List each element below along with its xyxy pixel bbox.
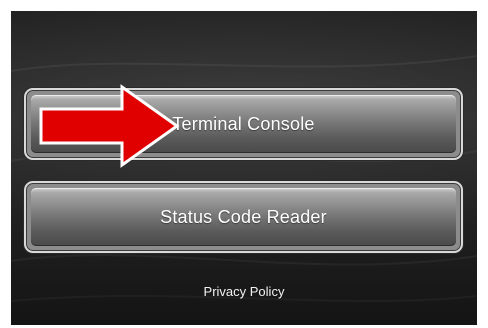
red-arrow-right-icon — [39, 84, 180, 168]
status-code-reader-label: Status Code Reader — [160, 206, 327, 227]
privacy-policy-link[interactable]: Privacy Policy — [11, 284, 477, 299]
status-code-reader-button[interactable]: Status Code Reader — [24, 181, 463, 253]
app-screen: Terminal Console Status Code Reader Priv… — [11, 11, 477, 325]
terminal-console-label: Terminal Console — [172, 113, 315, 134]
status-code-reader-button-face[interactable]: Status Code Reader — [31, 188, 456, 246]
